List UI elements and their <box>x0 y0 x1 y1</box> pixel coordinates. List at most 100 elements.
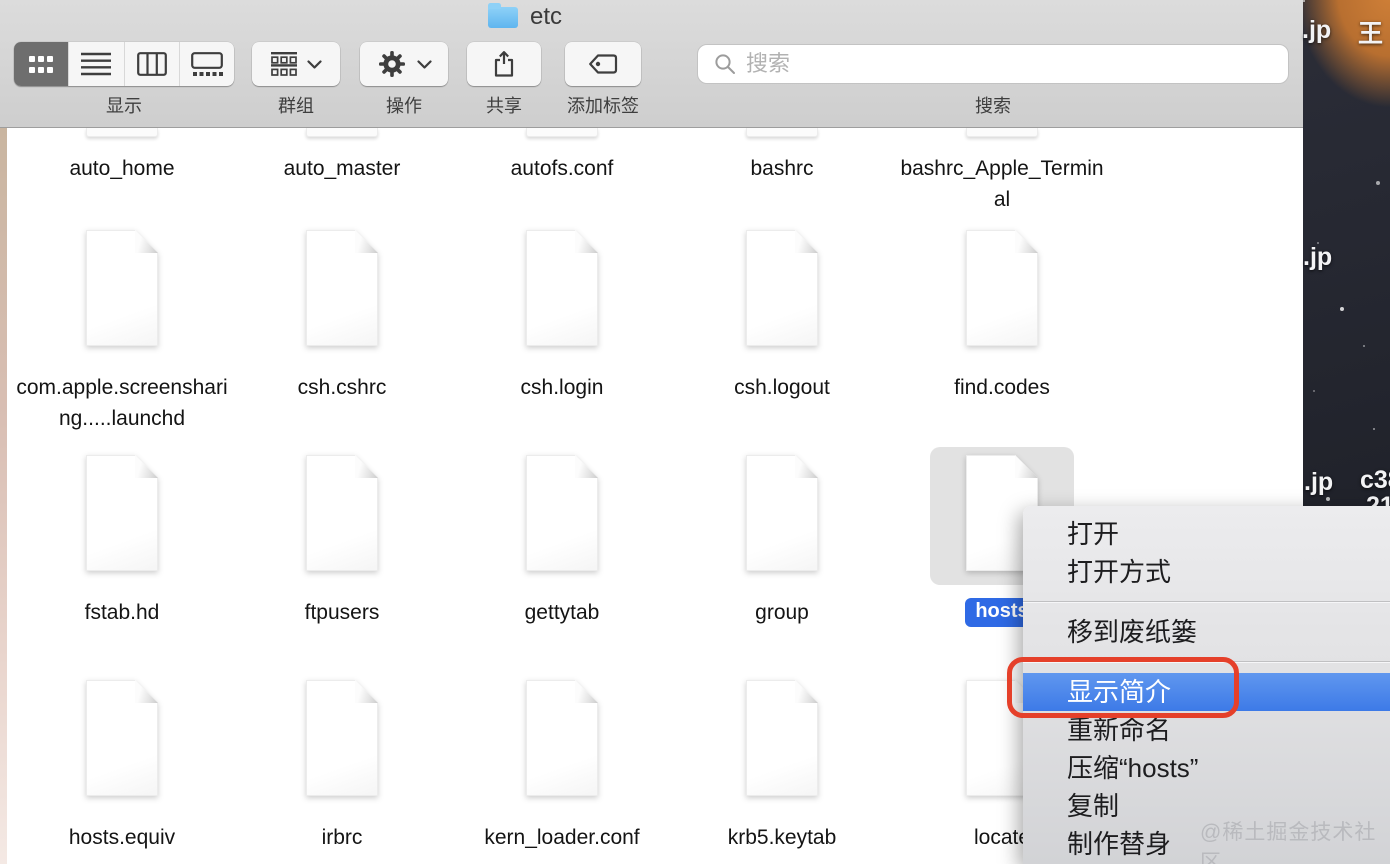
document-icon <box>306 455 378 571</box>
file-item[interactable]: group <box>672 455 892 628</box>
file-item[interactable]: csh.logout <box>672 230 892 434</box>
file-name: csh.logout <box>734 376 830 399</box>
file-name: csh.login <box>520 376 604 399</box>
window-title: etc <box>530 3 563 30</box>
group-icon <box>270 52 297 76</box>
tag-icon <box>589 54 618 74</box>
file-item[interactable]: csh.cshrc <box>232 230 452 434</box>
document-icon <box>306 128 378 137</box>
list-view-button[interactable] <box>68 42 123 86</box>
file-item[interactable]: find.codes <box>892 230 1112 434</box>
document-icon <box>746 680 818 796</box>
file-item[interactable]: kern_loader.conf <box>452 680 672 853</box>
file-item[interactable]: csh.login <box>452 230 672 434</box>
document-icon <box>966 128 1038 137</box>
file-name: autofs.conf <box>510 157 614 180</box>
red-annotation-box <box>1007 657 1239 718</box>
document-icon <box>746 230 818 346</box>
file-name: irbrc <box>321 826 363 849</box>
group-label: 群组 <box>278 96 314 116</box>
document-icon <box>86 680 158 796</box>
file-name: krb5.keytab <box>727 826 837 849</box>
file-name: fstab.hd <box>84 601 160 624</box>
finder-toolbar: etc 显示 群组 操作 共享 添加标签 搜索 搜索 <box>0 0 1303 128</box>
group-button[interactable] <box>252 42 340 86</box>
add-tags-label: 添加标签 <box>567 96 639 116</box>
file-item[interactable]: irbrc <box>232 680 452 853</box>
column-view-button[interactable] <box>123 42 179 86</box>
column-view-icon <box>136 52 167 76</box>
icon-view-button[interactable] <box>14 42 69 86</box>
document-icon <box>526 128 598 137</box>
document-icon <box>526 230 598 346</box>
gallery-view-button[interactable] <box>178 42 234 86</box>
file-name: locate <box>973 826 1031 849</box>
file-item[interactable]: hosts.equiv <box>12 680 232 853</box>
menu-item-open-with[interactable]: 打开方式 <box>1023 553 1390 591</box>
file-name: gettytab <box>524 601 600 624</box>
watermark: @稀土掘金技术社区 <box>1200 821 1377 864</box>
file-item[interactable]: bashrc <box>672 128 892 215</box>
file-name: group <box>755 601 809 624</box>
file-item[interactable]: ftpusers <box>232 455 452 628</box>
document-icon <box>746 455 818 571</box>
gear-icon <box>378 51 405 77</box>
document-icon <box>746 128 818 137</box>
gallery-view-icon <box>190 52 223 76</box>
document-icon <box>526 455 598 571</box>
document-icon <box>526 680 598 796</box>
document-icon <box>86 455 158 571</box>
menu-item-compress[interactable]: 压缩“hosts” <box>1023 749 1390 787</box>
file-item[interactable]: gettytab <box>452 455 672 628</box>
file-name: auto_master <box>283 157 401 180</box>
action-label: 操作 <box>386 96 422 116</box>
file-item[interactable]: autofs.conf <box>452 128 672 215</box>
file-item[interactable]: krb5.keytab <box>672 680 892 853</box>
file-name: bashrc <box>750 157 814 180</box>
view-label: 显示 <box>106 96 142 116</box>
document-icon <box>306 680 378 796</box>
grid-view-icon <box>29 55 54 73</box>
search-field[interactable] <box>697 44 1289 84</box>
file-name: csh.cshrc <box>297 376 387 399</box>
document-icon <box>966 230 1038 346</box>
search-icon <box>715 54 735 74</box>
menu-separator <box>1023 601 1390 603</box>
file-name: ftpusers <box>304 601 380 624</box>
file-name: bashrc_Apple_Terminal <box>900 157 1104 211</box>
desktop-file-label[interactable]: .jp <box>1303 243 1332 272</box>
file-name: find.codes <box>954 376 1050 399</box>
folder-icon[interactable] <box>488 2 518 28</box>
file-name: kern_loader.conf <box>484 826 640 849</box>
document-icon <box>306 230 378 346</box>
view-segmented-control <box>14 42 234 86</box>
file-item[interactable]: fstab.hd <box>12 455 232 628</box>
file-name: auto_home <box>69 157 175 180</box>
chevron-down-icon <box>416 59 432 69</box>
file-item[interactable]: bashrc_Apple_Terminal <box>892 128 1112 215</box>
file-name: hosts.equiv <box>68 826 176 849</box>
file-name: com.apple.screensharing.....launchd <box>16 376 228 430</box>
share-label: 共享 <box>486 96 522 116</box>
window-title-area: etc <box>488 2 563 31</box>
chevron-down-icon <box>306 59 322 69</box>
file-item[interactable]: auto_master <box>232 128 452 215</box>
desktop-file-label[interactable]: 王 <box>1358 14 1383 50</box>
desktop-file-label[interactable]: c38 <box>1360 466 1390 495</box>
add-tags-button[interactable] <box>565 42 641 86</box>
left-wallpaper-sliver <box>0 128 7 864</box>
file-item[interactable]: auto_home <box>12 128 232 215</box>
desktop-file-label[interactable]: .jp <box>1302 16 1331 45</box>
list-view-icon <box>81 52 112 76</box>
menu-item-move-to-trash[interactable]: 移到废纸篓 <box>1023 613 1390 651</box>
document-icon <box>86 230 158 346</box>
file-item[interactable]: com.apple.screensharing.....launchd <box>12 230 232 434</box>
search-input[interactable] <box>746 51 1288 77</box>
desktop-file-label[interactable]: .jp <box>1304 468 1333 497</box>
screen: .jp 王 .jp .jp c38 21 etc <box>0 0 1390 864</box>
menu-item-open[interactable]: 打开 <box>1023 515 1390 553</box>
share-icon <box>494 51 514 77</box>
document-icon <box>86 128 158 137</box>
action-button[interactable] <box>360 42 448 86</box>
share-button[interactable] <box>467 42 541 86</box>
